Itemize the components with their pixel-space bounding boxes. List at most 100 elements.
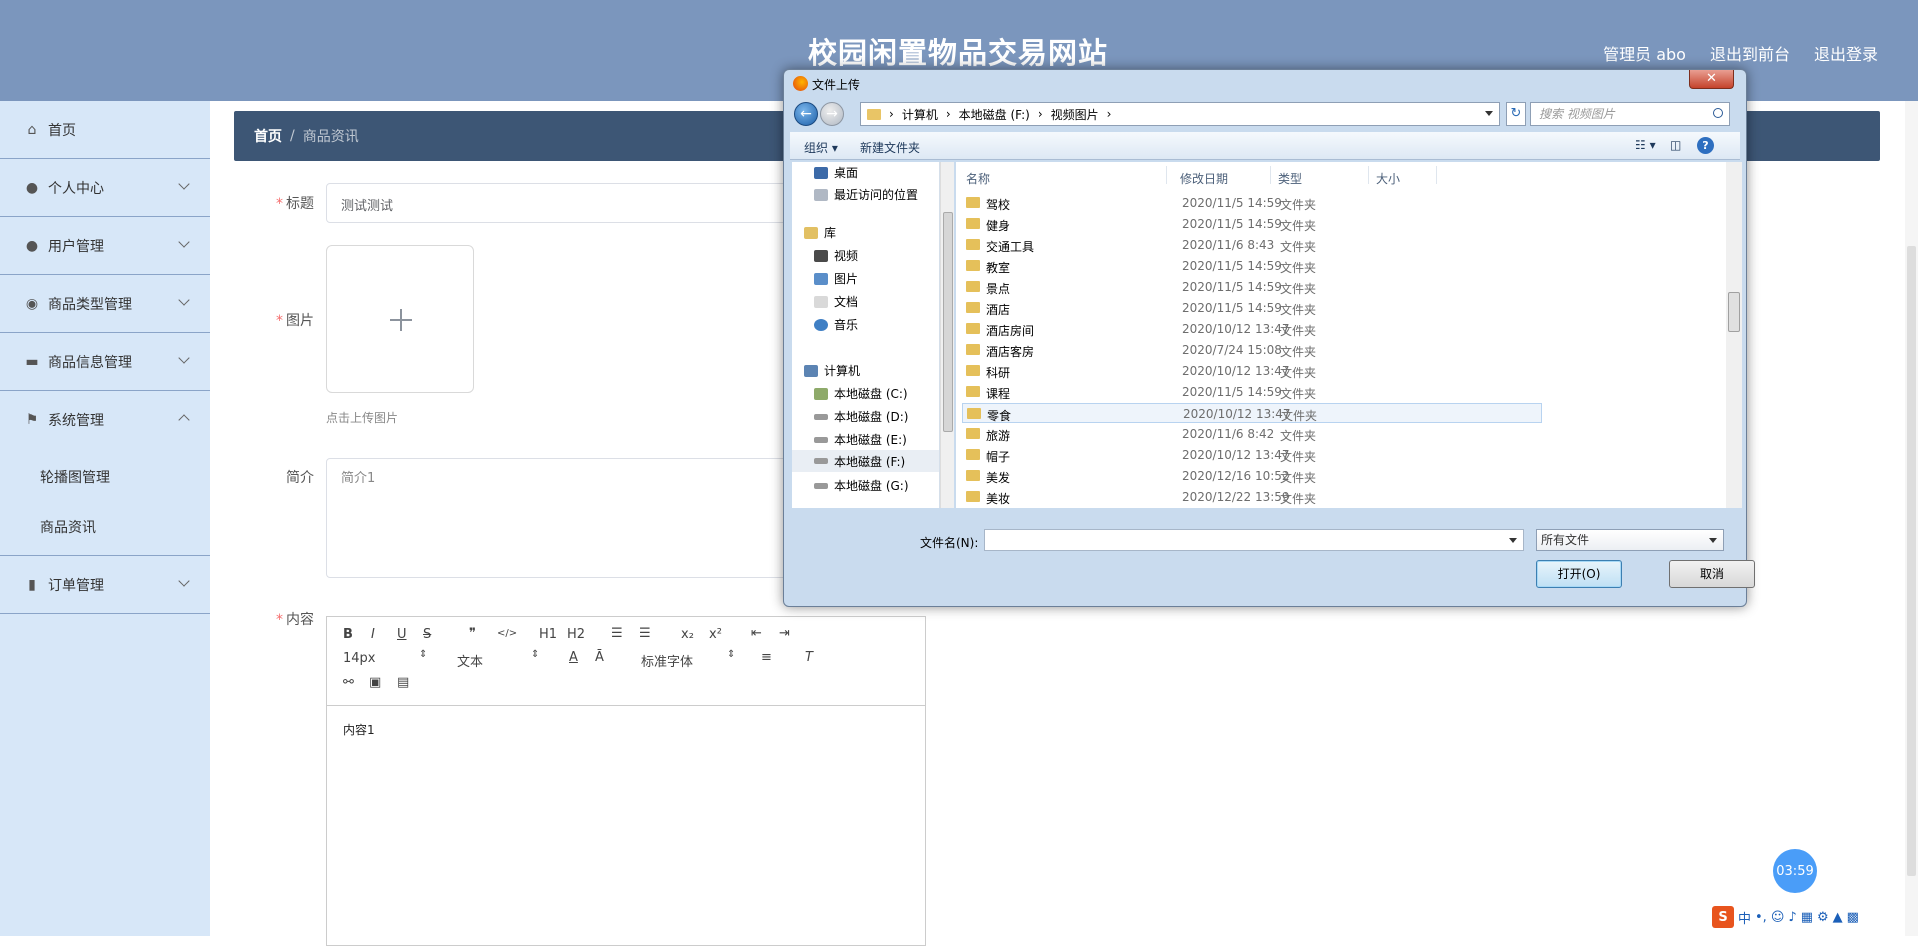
superscript-button[interactable]: x² <box>709 627 722 642</box>
breadcrumb-home[interactable]: 首页 <box>254 126 282 146</box>
forward-button[interactable]: → <box>820 102 844 126</box>
nav-item-libraries[interactable]: 库 <box>804 224 836 241</box>
file-row[interactable]: 酒店房间 2020/10/12 13:47 文件夹 <box>962 319 1542 339</box>
cancel-button[interactable]: 取消 <box>1669 560 1755 588</box>
open-button[interactable]: 打开(O) <box>1536 560 1622 588</box>
scroll-thumb[interactable] <box>1728 292 1740 332</box>
bullet-list-icon[interactable]: ☰ <box>639 626 651 641</box>
mic-icon[interactable]: ♪ <box>1788 910 1796 925</box>
file-row[interactable]: 景点 2020/11/5 14:59 文件夹 <box>962 277 1542 297</box>
column-header-type[interactable]: 类型 <box>1278 170 1302 187</box>
background-color-icon[interactable]: Ā <box>595 650 604 665</box>
ime-mode[interactable]: 中 <box>1738 908 1751 927</box>
nav-item-computer[interactable]: 计算机 <box>804 362 860 379</box>
back-button[interactable]: ← <box>794 102 818 126</box>
sidebar-item-home[interactable]: ⌂ 首页 <box>0 101 210 159</box>
help-icon[interactable]: ? <box>1697 137 1714 154</box>
bold-button[interactable]: B <box>343 627 353 642</box>
font-size-select[interactable]: 14px <box>343 651 376 666</box>
skin-icon[interactable]: ▲ <box>1833 910 1843 925</box>
file-row[interactable]: 美发 2020/12/16 10:52 文件夹 <box>962 466 1542 486</box>
underline-button[interactable]: U <box>397 627 407 642</box>
settings-icon[interactable]: ⚙ <box>1817 910 1829 925</box>
ordered-list-icon[interactable]: ☰ <box>611 626 623 641</box>
file-row[interactable]: 教室 2020/11/5 14:59 文件夹 <box>962 256 1542 276</box>
subscript-button[interactable]: x₂ <box>681 627 694 642</box>
filetype-select[interactable]: 所有文件 <box>1536 529 1724 551</box>
sidebar-item-goods[interactable]: ▬ 商品信息管理 <box>0 333 210 391</box>
nav-item-desktop[interactable]: 桌面 <box>814 164 858 181</box>
nav-item-videos[interactable]: 视频 <box>814 247 858 264</box>
h2-button[interactable]: H2 <box>567 627 585 642</box>
scroll-thumb[interactable] <box>1907 246 1916 876</box>
video-icon[interactable]: ▤ <box>397 675 409 690</box>
nav-pane-scrollbar[interactable] <box>940 162 954 508</box>
sogou-logo-icon[interactable]: S <box>1712 906 1734 928</box>
italic-button[interactable]: I <box>371 627 375 642</box>
indent-icon[interactable]: ⇥ <box>779 626 790 641</box>
column-header-date[interactable]: 修改日期 <box>1180 170 1228 187</box>
align-icon[interactable]: ≡ <box>761 650 772 665</box>
title-input[interactable]: 测试测试 <box>326 183 796 223</box>
chevron-down-icon[interactable] <box>1709 538 1717 543</box>
nav-item-drive-e[interactable]: 本地磁盘 (E:) <box>814 431 907 448</box>
code-button[interactable]: </> <box>497 628 517 639</box>
grid-icon[interactable]: ▩ <box>1847 910 1859 925</box>
path-segment[interactable]: 视频图片 <box>1051 106 1099 123</box>
file-row[interactable]: 酒店客房 2020/7/24 15:08 文件夹 <box>962 340 1542 360</box>
sidebar-item-category[interactable]: ◉ 商品类型管理 <box>0 275 210 333</box>
chevron-down-icon[interactable] <box>1509 538 1517 543</box>
intro-textarea[interactable]: 简介1 <box>326 458 796 578</box>
nav-item-pictures[interactable]: 图片 <box>814 270 858 287</box>
nav-item-recent[interactable]: 最近访问的位置 <box>814 186 918 203</box>
nav-item-drive-d[interactable]: 本地磁盘 (D:) <box>814 408 908 425</box>
image-icon[interactable]: ▣ <box>369 675 381 690</box>
sidebar-subitem-news[interactable]: 商品资讯 <box>0 502 210 552</box>
chevron-down-icon[interactable] <box>1485 111 1493 116</box>
new-folder-button[interactable]: 新建文件夹 <box>860 139 920 156</box>
file-row[interactable]: 课程 2020/11/5 14:59 文件夹 <box>962 382 1542 402</box>
h1-button[interactable]: H1 <box>539 627 557 642</box>
page-scrollbar[interactable] <box>1905 101 1918 936</box>
file-row[interactable]: 科研 2020/10/12 13:47 文件夹 <box>962 361 1542 381</box>
close-button[interactable]: ✕ <box>1689 70 1734 89</box>
nav-item-drive-c[interactable]: 本地磁盘 (C:) <box>814 385 908 402</box>
file-row[interactable]: 酒店 2020/11/5 14:59 文件夹 <box>962 298 1542 318</box>
outdent-icon[interactable]: ⇤ <box>751 626 762 641</box>
punctuation-icon[interactable]: •, <box>1755 910 1767 925</box>
file-list-scrollbar[interactable] <box>1726 162 1742 508</box>
nav-item-drive-f[interactable]: 本地磁盘 (F:) <box>792 450 939 472</box>
image-upload[interactable] <box>326 245 474 393</box>
address-bar[interactable]: › 计算机 › 本地磁盘 (F:) › 视频图片 › <box>860 102 1500 126</box>
column-header-size[interactable]: 大小 <box>1376 170 1400 187</box>
column-header-name[interactable]: 名称 <box>966 170 990 187</box>
search-input[interactable]: 搜索 视频图片 <box>1530 102 1730 126</box>
path-segment[interactable]: 本地磁盘 (F:) <box>959 106 1030 123</box>
file-row[interactable]: 健身 2020/11/5 14:59 文件夹 <box>962 214 1542 234</box>
sidebar-item-system[interactable]: ⚑ 系统管理 <box>0 391 210 449</box>
editor-content[interactable]: 内容1 <box>343 721 375 738</box>
file-row[interactable]: 交通工具 2020/11/6 8:43 文件夹 <box>962 235 1542 255</box>
sidebar-item-personal[interactable]: ● 个人中心 <box>0 159 210 217</box>
sidebar-item-users[interactable]: ● 用户管理 <box>0 217 210 275</box>
path-segment[interactable]: 计算机 <box>902 106 938 123</box>
keyboard-icon[interactable]: ▦ <box>1801 910 1813 925</box>
logout-link[interactable]: 退出登录 <box>1814 41 1878 65</box>
sidebar-subitem-carousel[interactable]: 轮播图管理 <box>0 452 210 502</box>
font-color-icon[interactable]: A <box>569 650 578 665</box>
view-options-icon[interactable]: ☷ ▾ <box>1635 138 1656 152</box>
scroll-thumb[interactable] <box>943 212 953 432</box>
paragraph-select[interactable]: 文本 <box>457 651 483 670</box>
file-row[interactable]: 帽子 2020/10/12 13:47 文件夹 <box>962 445 1542 465</box>
filename-input[interactable] <box>984 529 1524 551</box>
preview-pane-icon[interactable]: ◫ <box>1670 138 1681 152</box>
sidebar-item-orders[interactable]: ▮ 订单管理 <box>0 556 210 614</box>
refresh-icon[interactable]: ↻ <box>1506 102 1526 126</box>
file-row[interactable]: 旅游 2020/11/6 8:42 文件夹 <box>962 424 1542 444</box>
file-row[interactable]: 美妆 2020/12/22 13:59 文件夹 <box>962 487 1542 507</box>
font-family-select[interactable]: 标准字体 <box>641 651 693 670</box>
nav-item-drive-g[interactable]: 本地磁盘 (G:) <box>814 477 909 494</box>
file-row[interactable]: 驾校 2020/11/5 14:59 文件夹 <box>962 193 1542 213</box>
link-icon[interactable]: ⚯ <box>343 675 354 690</box>
organize-menu[interactable]: 组织 ▾ <box>804 139 838 156</box>
